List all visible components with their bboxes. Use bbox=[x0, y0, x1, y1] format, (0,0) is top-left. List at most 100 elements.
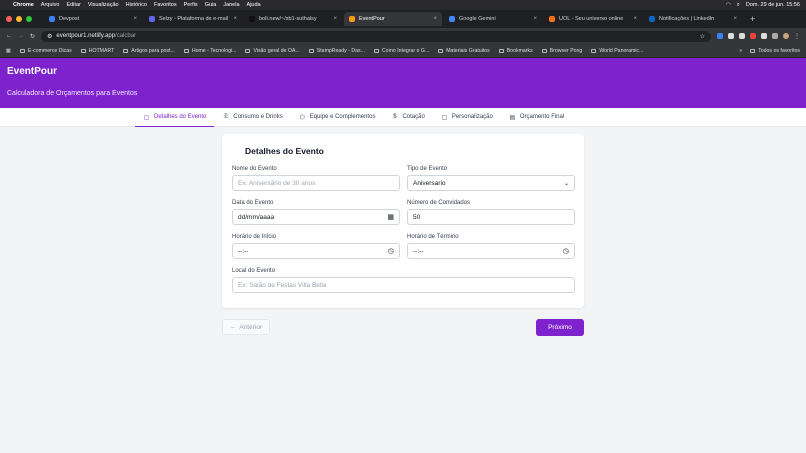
guests-field: Número de Convidados 50 bbox=[407, 200, 575, 225]
reload-icon[interactable]: ↻ bbox=[30, 33, 35, 40]
all-bookmarks[interactable]: Todos os favoritos bbox=[750, 48, 800, 54]
menu-editar[interactable]: Editar bbox=[66, 2, 80, 8]
app-subtitle: Calculadora de Orçamentos para Eventos bbox=[7, 90, 138, 97]
previous-button[interactable]: ← Anterior bbox=[222, 319, 270, 335]
tab-step-3[interactable]: $ Cotação bbox=[383, 108, 432, 127]
tab-step-0[interactable]: ▢ Detalhes do Evento bbox=[135, 108, 215, 127]
close-tab-icon[interactable]: × bbox=[133, 16, 137, 22]
bookmark-item[interactable]: Materiais Gratuitos bbox=[438, 48, 490, 54]
browser-tab[interactable]: UOL - Seu universo online × bbox=[544, 12, 642, 26]
file-icon: ▤ bbox=[509, 114, 516, 121]
browser-tab[interactable]: EventPour × bbox=[344, 12, 442, 26]
close-tab-icon[interactable]: × bbox=[233, 16, 237, 22]
clock-icon[interactable]: ◷ bbox=[388, 247, 394, 255]
bookmark-item[interactable]: Artigos para post... bbox=[123, 48, 175, 54]
tab-title: UOL - Seu universo online bbox=[559, 16, 624, 22]
menu-janela[interactable]: Janela bbox=[223, 2, 239, 8]
event-type-field: Tipo de Evento Aniversario ⌄ bbox=[407, 166, 575, 191]
menu-favoritos[interactable]: Favoritos bbox=[154, 2, 177, 8]
package-icon: ⬡ bbox=[299, 114, 305, 121]
bookmark-item[interactable]: StampReady - Das... bbox=[308, 48, 365, 54]
menu-guia[interactable]: Guia bbox=[205, 2, 217, 8]
event-name-input[interactable]: Ex: Aniversário de 30 anos bbox=[232, 175, 400, 191]
menu-historico[interactable]: Histórico bbox=[126, 2, 147, 8]
extension-icon[interactable] bbox=[728, 33, 734, 39]
menu-arquivo[interactable]: Arquivo bbox=[41, 2, 60, 8]
extension-icon[interactable] bbox=[761, 33, 767, 39]
close-tab-icon[interactable]: × bbox=[433, 16, 437, 22]
site-info-icon[interactable]: ⚙ bbox=[47, 33, 52, 40]
start-time-value: --:-- bbox=[238, 247, 249, 255]
favicon-icon bbox=[149, 16, 155, 22]
search-icon[interactable]: ⌕ bbox=[737, 2, 740, 9]
folder-icon bbox=[750, 48, 756, 53]
wifi-icon[interactable]: ◠ bbox=[726, 2, 731, 8]
bookmark-item[interactable]: HOTMART bbox=[80, 48, 114, 54]
start-time-input[interactable]: --:-- ◷ bbox=[232, 243, 400, 259]
calendar-icon[interactable]: ▦ bbox=[387, 213, 394, 221]
close-tab-icon[interactable]: × bbox=[533, 16, 537, 22]
tab-step-4[interactable]: ▢ Personalização bbox=[433, 108, 501, 127]
menu-visualizacao[interactable]: Visualização bbox=[88, 2, 119, 8]
menu-perfis[interactable]: Perfis bbox=[184, 2, 198, 8]
bookmark-item[interactable]: Browser Pong bbox=[541, 48, 582, 54]
kebab-menu-icon[interactable]: ⋮ bbox=[794, 33, 800, 40]
forward-icon[interactable]: → bbox=[18, 33, 24, 39]
clock-icon[interactable]: ◷ bbox=[563, 247, 569, 255]
bookmark-icon bbox=[245, 48, 251, 53]
avatar[interactable] bbox=[783, 33, 789, 39]
tab-step-5[interactable]: ▤ Orçamento Final bbox=[501, 108, 572, 127]
bookmark-item[interactable]: World Panoramic... bbox=[591, 48, 643, 54]
bookmark-item[interactable]: E-commerce Dicas bbox=[19, 48, 72, 54]
bookmarks-bar: ▦ E-commerce Dicas HOTMART Artigos para po… bbox=[0, 44, 806, 58]
event-type-select[interactable]: Aniversario ⌄ bbox=[407, 175, 575, 191]
extension-icon[interactable] bbox=[717, 33, 723, 39]
bookmark-item[interactable]: Visão geral de OA... bbox=[245, 48, 300, 54]
extension-icon[interactable] bbox=[750, 33, 756, 39]
palette-icon: ▢ bbox=[441, 114, 448, 121]
end-time-input[interactable]: --:-- ◷ bbox=[407, 243, 575, 259]
favicon-icon bbox=[49, 16, 55, 22]
clock[interactable]: Dom. 29 de jun. 15:56 bbox=[746, 2, 800, 8]
bookmark-icon bbox=[591, 48, 597, 53]
minimize-window-button[interactable] bbox=[16, 16, 22, 22]
next-button[interactable]: Próximo bbox=[536, 319, 584, 336]
event-date-input[interactable]: dd/mm/aaaa ▦ bbox=[232, 209, 400, 225]
menu-ajuda[interactable]: Ajuda bbox=[247, 2, 261, 8]
back-icon[interactable]: ← bbox=[6, 33, 12, 39]
close-tab-icon[interactable]: × bbox=[733, 16, 737, 22]
step-label: Detalhes do Evento bbox=[154, 114, 207, 120]
address-bar-row: ← → ↻ ⚙ eventpour1.netlify.app/calcbar ☆… bbox=[0, 28, 806, 44]
bookmark-item[interactable]: Bookmarks bbox=[498, 48, 533, 54]
apps-grid-icon[interactable]: ▦ bbox=[6, 48, 11, 54]
bookmark-item[interactable]: Como Integrar o G... bbox=[373, 48, 429, 54]
step-label: Consumo e Drinks bbox=[233, 114, 283, 120]
close-tab-icon[interactable]: × bbox=[333, 16, 337, 22]
bookmark-star-icon[interactable]: ☆ bbox=[700, 33, 705, 40]
browser-tab[interactable]: Selzy - Plataforma de e-mail × bbox=[144, 12, 242, 26]
close-tab-icon[interactable]: × bbox=[633, 16, 637, 22]
close-window-button[interactable] bbox=[6, 16, 12, 22]
location-input[interactable]: Ex: Salão de Festas Villa Bella bbox=[232, 277, 575, 293]
browser-tab[interactable]: Devpost × bbox=[44, 12, 142, 26]
tab-strip: Devpost × Selzy - Plataforma de e-mail × bol… bbox=[0, 10, 806, 28]
guests-input[interactable]: 50 bbox=[407, 209, 575, 225]
browser-tab[interactable]: Google Gemini × bbox=[444, 12, 542, 26]
start-time-field: Horário de Início --:-- ◷ bbox=[232, 234, 400, 259]
bookmarks-more[interactable]: » bbox=[739, 48, 742, 54]
tab-title: Selzy - Plataforma de e-mail bbox=[159, 16, 229, 22]
puzzle-icon[interactable] bbox=[772, 33, 778, 39]
maximize-window-button[interactable] bbox=[26, 16, 32, 22]
tab-step-2[interactable]: ⬡ Equipe e Complementos bbox=[291, 108, 384, 127]
browser-tab[interactable]: bolt.new/~/sb1-suthalsy × bbox=[244, 12, 342, 26]
url-input[interactable]: ⚙ eventpour1.netlify.app/calcbar ☆ bbox=[41, 30, 711, 42]
browser-tab[interactable]: Notificações | LinkedIn × bbox=[644, 12, 742, 26]
extension-icon[interactable] bbox=[739, 33, 745, 39]
menu-chrome[interactable]: Chrome bbox=[13, 2, 34, 8]
bookmark-item[interactable]: Home - Tecnologi... bbox=[183, 48, 236, 54]
tab-step-1[interactable]: ඹ Consumo e Drinks bbox=[214, 108, 290, 127]
macos-menubar: Chrome Arquivo Editar Visualização Histó… bbox=[0, 0, 806, 10]
bookmark-icon bbox=[123, 48, 129, 53]
new-tab-button[interactable]: + bbox=[744, 14, 761, 24]
app-header: EventPour Calculadora de Orçamentos para… bbox=[0, 58, 806, 108]
